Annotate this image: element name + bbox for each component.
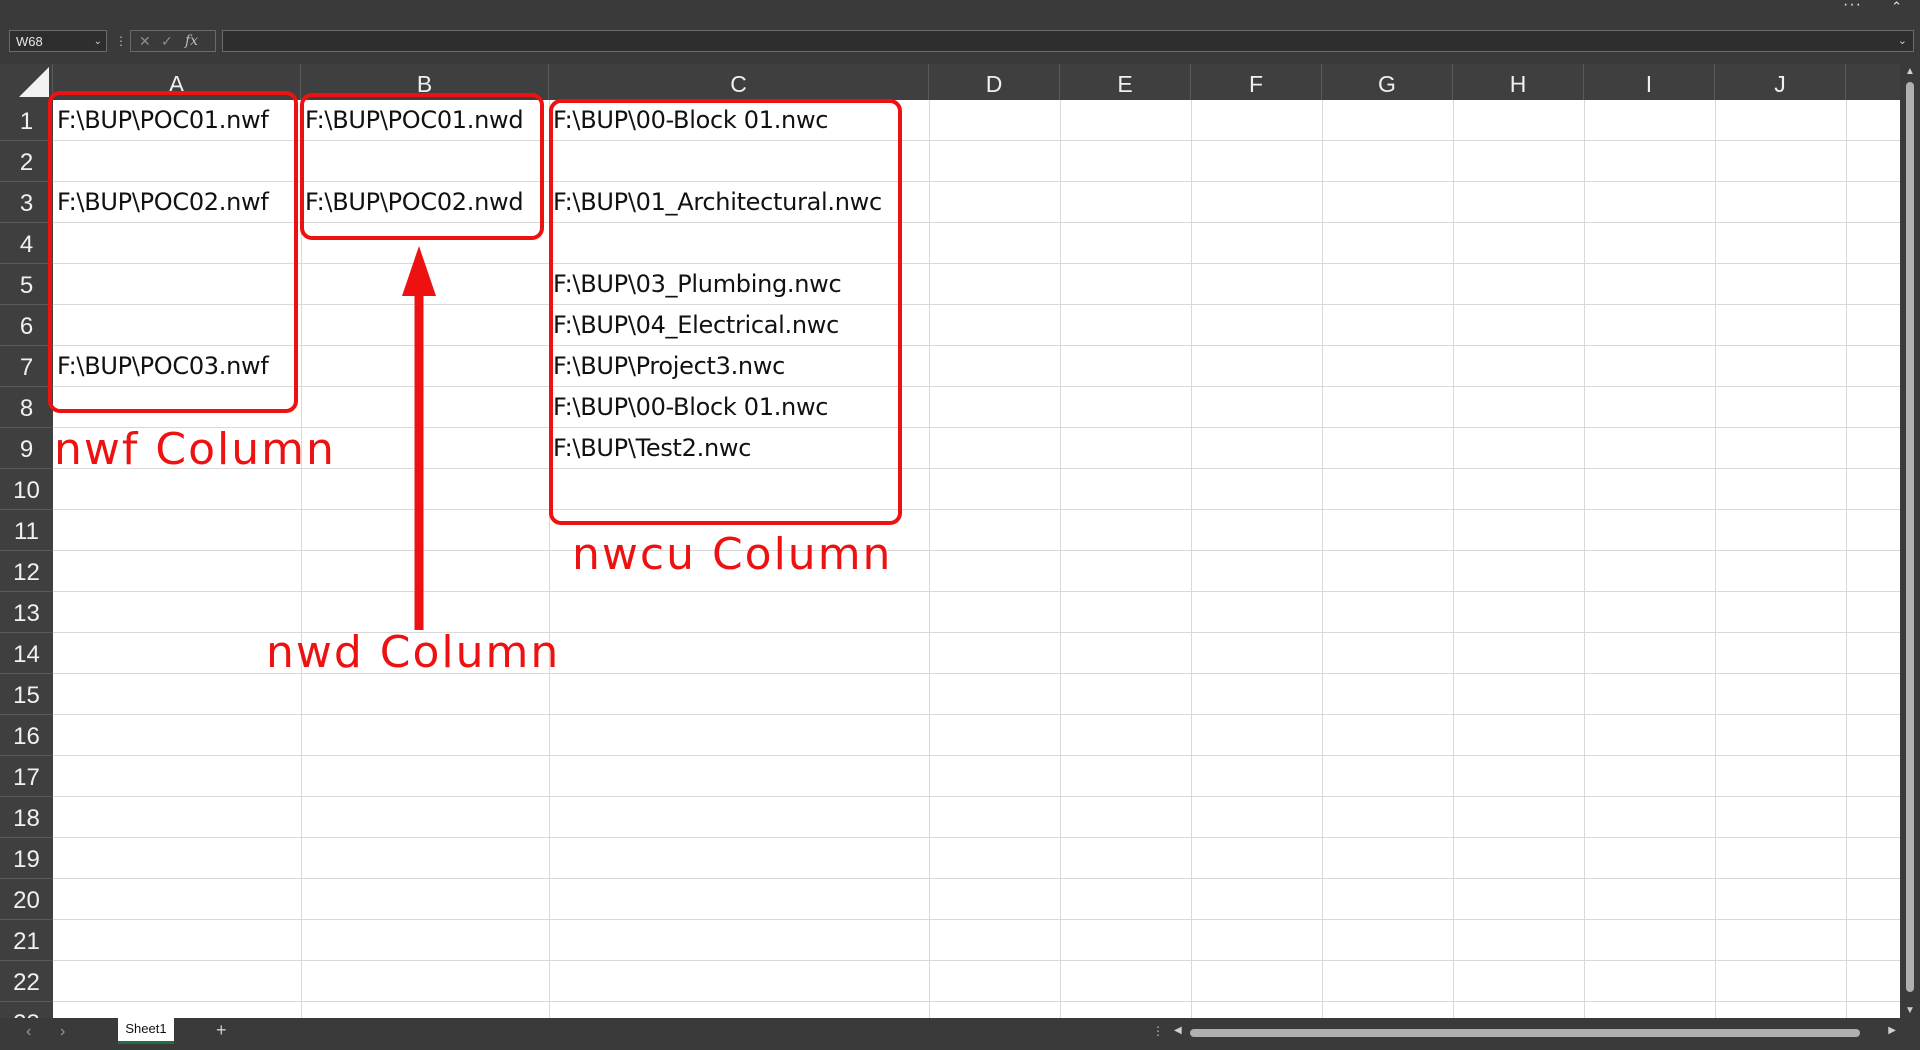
- column-header-i[interactable]: I: [1584, 64, 1715, 100]
- gridline: [549, 100, 550, 1018]
- row-header[interactable]: 13: [0, 592, 53, 633]
- next-sheet-icon[interactable]: ›: [60, 1023, 65, 1041]
- gridline: [1584, 100, 1585, 1018]
- more-options-icon[interactable]: ···: [1843, 0, 1862, 14]
- row-header[interactable]: 5: [0, 264, 53, 305]
- select-all-button[interactable]: [0, 64, 53, 100]
- name-box-value: W68: [16, 34, 43, 49]
- row-header[interactable]: 17: [0, 756, 53, 797]
- scroll-right-icon[interactable]: ▶: [1888, 1025, 1896, 1036]
- cell-a3[interactable]: F:\BUP\POC02.nwf: [53, 182, 301, 223]
- gridline: [1322, 100, 1323, 1018]
- sheet-tab-sheet1[interactable]: Sheet1: [118, 1018, 174, 1044]
- row-header[interactable]: 9: [0, 428, 53, 469]
- row-header[interactable]: 11: [0, 510, 53, 551]
- row-header[interactable]: 7: [0, 346, 53, 387]
- expand-formula-icon[interactable]: ⌄: [1898, 31, 1907, 51]
- row-header[interactable]: 15: [0, 674, 53, 715]
- cell-c9[interactable]: F:\BUP\Test2.nwc: [549, 428, 929, 469]
- row-header[interactable]: 16: [0, 715, 53, 756]
- cell-a7[interactable]: F:\BUP\POC03.nwf: [53, 346, 301, 387]
- row-header[interactable]: 10: [0, 469, 53, 510]
- gridline: [1715, 100, 1716, 1018]
- nwf-column-label: nwf Column: [54, 424, 336, 475]
- gridline: [1060, 100, 1061, 1018]
- nwcu-column-label: nwcu Column: [572, 529, 893, 580]
- row-header[interactable]: 21: [0, 920, 53, 961]
- cell-c5[interactable]: F:\BUP\03_Plumbing.nwc: [549, 264, 929, 305]
- vertical-scroll-thumb[interactable]: [1906, 82, 1914, 992]
- row-header[interactable]: 4: [0, 223, 53, 264]
- row-headers: 1 2 3 4 5 6 7 8 9 10 11 12 13 14 15 16 1…: [0, 100, 53, 1018]
- row-header[interactable]: 2: [0, 141, 53, 182]
- cell-grid[interactable]: F:\BUP\POC01.nwf F:\BUP\POC02.nwf F:\BUP…: [53, 100, 1900, 1018]
- nwd-column-label: nwd Column: [266, 627, 561, 678]
- column-header-j[interactable]: J: [1715, 64, 1846, 100]
- horizontal-scrollbar[interactable]: ◀ ▶: [1170, 1025, 1900, 1040]
- cell-c1[interactable]: F:\BUP\00-Block 01.nwc: [549, 100, 929, 141]
- row-header[interactable]: 20: [0, 879, 53, 920]
- gridline: [1846, 100, 1847, 1018]
- column-header-h[interactable]: H: [1453, 64, 1584, 100]
- column-header-g[interactable]: G: [1322, 64, 1453, 100]
- row-header[interactable]: 12: [0, 551, 53, 592]
- cell-c8[interactable]: F:\BUP\00-Block 01.nwc: [549, 387, 929, 428]
- column-header-d[interactable]: D: [929, 64, 1060, 100]
- collapse-ribbon-icon[interactable]: ⌃: [1891, 0, 1902, 15]
- scroll-left-icon[interactable]: ◀: [1174, 1025, 1182, 1036]
- row-header[interactable]: 1: [0, 100, 53, 141]
- prev-sheet-icon[interactable]: ‹: [26, 1023, 31, 1041]
- scroll-up-icon[interactable]: ▲: [1905, 66, 1915, 77]
- column-header-a[interactable]: A: [53, 64, 301, 100]
- column-header-f[interactable]: F: [1191, 64, 1322, 100]
- cell-a1[interactable]: F:\BUP\POC01.nwf: [53, 100, 301, 141]
- gridline: [1191, 100, 1192, 1018]
- scroll-down-icon[interactable]: ▼: [1905, 1005, 1915, 1016]
- cancel-icon[interactable]: ✕: [139, 31, 151, 51]
- row-header[interactable]: 19: [0, 838, 53, 879]
- row-header[interactable]: 23: [0, 1002, 53, 1018]
- cell-c3[interactable]: F:\BUP\01_Architectural.nwc: [549, 182, 929, 223]
- column-header-c[interactable]: C: [549, 64, 929, 100]
- row-header[interactable]: 18: [0, 797, 53, 838]
- cell-b3[interactable]: F:\BUP\POC02.nwd: [301, 182, 549, 223]
- select-all-icon: [19, 67, 49, 97]
- gridline: [1453, 100, 1454, 1018]
- column-header-b[interactable]: B: [301, 64, 549, 100]
- horizontal-scroll-thumb[interactable]: [1190, 1029, 1860, 1037]
- cell-c6[interactable]: F:\BUP\04_Electrical.nwc: [549, 305, 929, 346]
- row-header[interactable]: 22: [0, 961, 53, 1002]
- vertical-scrollbar[interactable]: ▲ ▼: [1900, 64, 1920, 1018]
- column-headers: A B C D E F G H I J: [0, 64, 1900, 100]
- row-header[interactable]: 14: [0, 633, 53, 674]
- formula-buttons: ✕ ✓ fx: [130, 30, 216, 52]
- formula-input[interactable]: ⌄: [222, 30, 1914, 52]
- row-header[interactable]: 6: [0, 305, 53, 346]
- row-header[interactable]: 8: [0, 387, 53, 428]
- gridline: [929, 100, 930, 1018]
- gridline: [301, 100, 302, 1018]
- sheet-tab-bar: ‹ › Sheet1 + ⋮ ◀ ▶: [0, 1018, 1920, 1050]
- column-header-e[interactable]: E: [1060, 64, 1191, 100]
- name-box[interactable]: W68 ⌄: [9, 30, 107, 52]
- add-sheet-icon[interactable]: +: [216, 1020, 227, 1041]
- enter-icon[interactable]: ✓: [161, 31, 173, 51]
- tab-splitter-icon[interactable]: ⋮: [1152, 1024, 1164, 1038]
- insert-function-icon[interactable]: fx: [185, 31, 198, 51]
- cell-b1[interactable]: F:\BUP\POC01.nwd: [301, 100, 549, 141]
- splitter-dots-icon[interactable]: ⋮: [115, 34, 127, 48]
- name-box-dropdown-icon[interactable]: ⌄: [94, 31, 102, 53]
- cell-c7[interactable]: F:\BUP\Project3.nwc: [549, 346, 929, 387]
- title-strip: ··· ⌃: [0, 0, 1920, 18]
- row-header[interactable]: 3: [0, 182, 53, 223]
- formula-bar: W68 ⌄ ⋮ ✕ ✓ fx ⌄: [0, 28, 1920, 56]
